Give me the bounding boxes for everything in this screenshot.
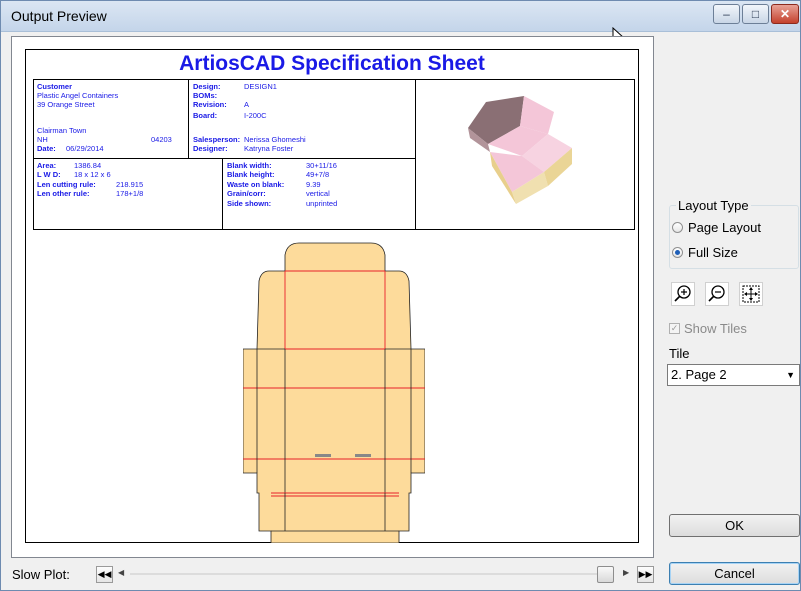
full-size-radio[interactable]: Full Size xyxy=(672,245,738,260)
radio-selected-icon xyxy=(672,247,683,258)
ok-button[interactable]: OK xyxy=(669,514,800,537)
sheet-title: ArtiosCAD Specification Sheet xyxy=(179,52,485,75)
revision-value: A xyxy=(244,100,250,109)
salesperson-value: Nerissa Ghomeshi xyxy=(244,135,306,144)
blank-width-label: Blank width: xyxy=(227,161,272,170)
customer-label: Customer xyxy=(37,82,73,91)
layout-type-group: Layout Type Page Layout Full Size xyxy=(669,198,799,269)
grain-label: Grain/corr: xyxy=(227,189,266,198)
customer-town: Clairman Town xyxy=(37,126,87,135)
side-shown-value: unprinted xyxy=(306,199,338,208)
date-label: Date: xyxy=(37,144,56,153)
date-value: 06/29/2014 xyxy=(66,144,104,153)
tile-label: Tile xyxy=(669,346,690,361)
window-title: Output Preview xyxy=(11,8,107,24)
slow-plot-label: Slow Plot: xyxy=(12,567,70,582)
slow-plot-slider[interactable]: ◀◀ ◀ ▶ ▶▶ xyxy=(96,566,659,583)
layout-type-title: Layout Type xyxy=(676,198,751,213)
slider-track[interactable] xyxy=(130,573,599,575)
tile-selected-value: 2. Page 2 xyxy=(671,367,727,382)
checkbox-checked-icon: ✓ xyxy=(669,323,680,334)
other-rule-value: 178+1/8 xyxy=(116,189,144,198)
output-preview-window: Output Preview – □ ✕ ArtiosCAD Specifica… xyxy=(0,0,801,591)
divider xyxy=(188,80,189,158)
design-value: DESIGN1 xyxy=(244,82,277,91)
fast-forward-end-icon[interactable]: ▶▶ xyxy=(637,566,654,583)
grain-value: vertical xyxy=(306,189,330,198)
divider xyxy=(34,158,415,159)
lwd-label: L W D: xyxy=(37,170,61,179)
spec-sheet: ArtiosCAD Specification Sheet Customer P… xyxy=(25,49,639,543)
rewind-start-icon[interactable]: ◀◀ xyxy=(96,566,113,583)
area-label: Area: xyxy=(37,161,57,170)
other-rule-label: Len other rule: xyxy=(37,189,90,198)
page-layout-radio[interactable]: Page Layout xyxy=(672,220,761,235)
designer-value: Katryna Foster xyxy=(244,144,294,153)
area-value: 1386.84 xyxy=(74,161,102,170)
minimize-button[interactable]: – xyxy=(713,4,740,24)
side-shown-label: Side shown: xyxy=(227,199,272,208)
revision-label: Revision: xyxy=(193,100,227,109)
waste-value: 9.39 xyxy=(306,180,321,189)
customer-name: Plastic Angel Containers xyxy=(37,91,119,100)
design-label: Design: xyxy=(193,82,221,91)
slider-thumb[interactable] xyxy=(597,566,614,583)
title-bar[interactable]: Output Preview – □ ✕ xyxy=(1,1,800,32)
page-layout-label: Page Layout xyxy=(688,220,762,235)
die-line-blank xyxy=(243,242,425,543)
maximize-button[interactable]: □ xyxy=(742,4,769,24)
salesperson-label: Salesperson: xyxy=(193,135,241,144)
radio-icon xyxy=(672,222,683,233)
chevron-down-icon: ▼ xyxy=(786,370,795,380)
zoom-in-icon[interactable] xyxy=(671,282,695,306)
close-button[interactable]: ✕ xyxy=(771,4,799,24)
blank-width-value: 30+11/16 xyxy=(306,161,337,170)
customer-state: NH xyxy=(37,135,48,144)
cutting-rule-value: 218.915 xyxy=(116,180,144,189)
board-label: Board: xyxy=(193,111,218,120)
box-3d-preview xyxy=(468,96,572,204)
zoom-fit-icon[interactable] xyxy=(739,282,763,306)
full-size-label: Full Size xyxy=(688,245,738,260)
tile-dropdown[interactable]: 2. Page 2 ▼ xyxy=(667,364,800,386)
designer-label: Designer: xyxy=(193,144,228,153)
show-tiles-checkbox[interactable]: ✓ Show Tiles xyxy=(669,321,747,336)
blank-height-label: Blank height: xyxy=(227,170,275,179)
show-tiles-label: Show Tiles xyxy=(684,321,747,336)
blank-height-value: 49+7/8 xyxy=(306,170,330,179)
divider xyxy=(222,158,223,229)
board-value: I-200C xyxy=(244,111,267,120)
cutting-rule-label: Len cutting rule: xyxy=(37,180,96,189)
arrow-right-icon[interactable]: ▶ xyxy=(623,568,629,577)
bom-label: BOMs: xyxy=(193,91,218,100)
customer-street: 39 Orange Street xyxy=(37,100,95,109)
lwd-value: 18 x 12 x 6 xyxy=(74,170,111,179)
zoom-out-icon[interactable] xyxy=(705,282,729,306)
arrow-left-icon[interactable]: ◀ xyxy=(118,568,124,577)
customer-zip: 04203 xyxy=(151,135,172,144)
cancel-button[interactable]: Cancel xyxy=(669,562,800,585)
preview-pane[interactable]: ArtiosCAD Specification Sheet Customer P… xyxy=(11,36,654,558)
waste-label: Waste on blank: xyxy=(227,180,285,189)
divider xyxy=(415,80,416,229)
